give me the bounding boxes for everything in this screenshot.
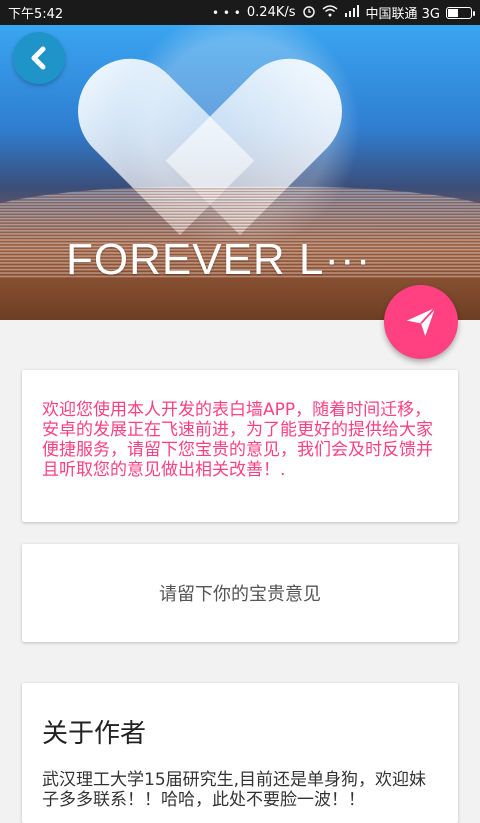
page-title: FOREVER L··· [66,235,372,284]
back-button[interactable] [13,32,65,84]
about-card: 关于作者 武汉理工大学15届研究生,目前还是单身狗，欢迎妹子多多联系！！哈哈，此… [22,683,458,823]
alarm-icon [302,4,316,21]
network-speed: 0.24K/s [246,5,296,20]
send-icon [406,307,436,337]
intro-card: 欢迎您使用本人开发的表白墙APP，随着时间迁移，安卓的发展正在飞速前进，为了能更… [22,370,458,522]
intro-text: 欢迎您使用本人开发的表白墙APP，随着时间迁移，安卓的发展正在飞速前进，为了能更… [42,400,433,480]
feedback-label[interactable]: 请留下你的宝贵意见 [159,580,321,606]
about-text: 武汉理工大学15届研究生,目前还是单身狗，欢迎妹子多多联系！！哈哈，此处不要脸一… [42,770,427,810]
notification-dots: • • • [212,5,241,20]
header-image: FOREVER L··· [0,25,480,320]
battery-icon [446,6,475,19]
send-button[interactable] [384,285,458,359]
feedback-card[interactable]: 请留下你的宝贵意见 [22,544,458,642]
chevron-left-icon [31,46,46,70]
about-title: 关于作者 [42,719,147,749]
signal-icon [344,5,360,20]
status-indicators: • • • 0.24K/s 中国联通 3G [212,3,475,22]
wifi-icon [322,5,338,20]
status-bar: 下午5:42 • • • 0.24K/s 中国联通 3G [0,0,480,25]
carrier-label: 中国联通 3G [365,7,440,22]
status-time: 下午5:42 [8,7,64,22]
